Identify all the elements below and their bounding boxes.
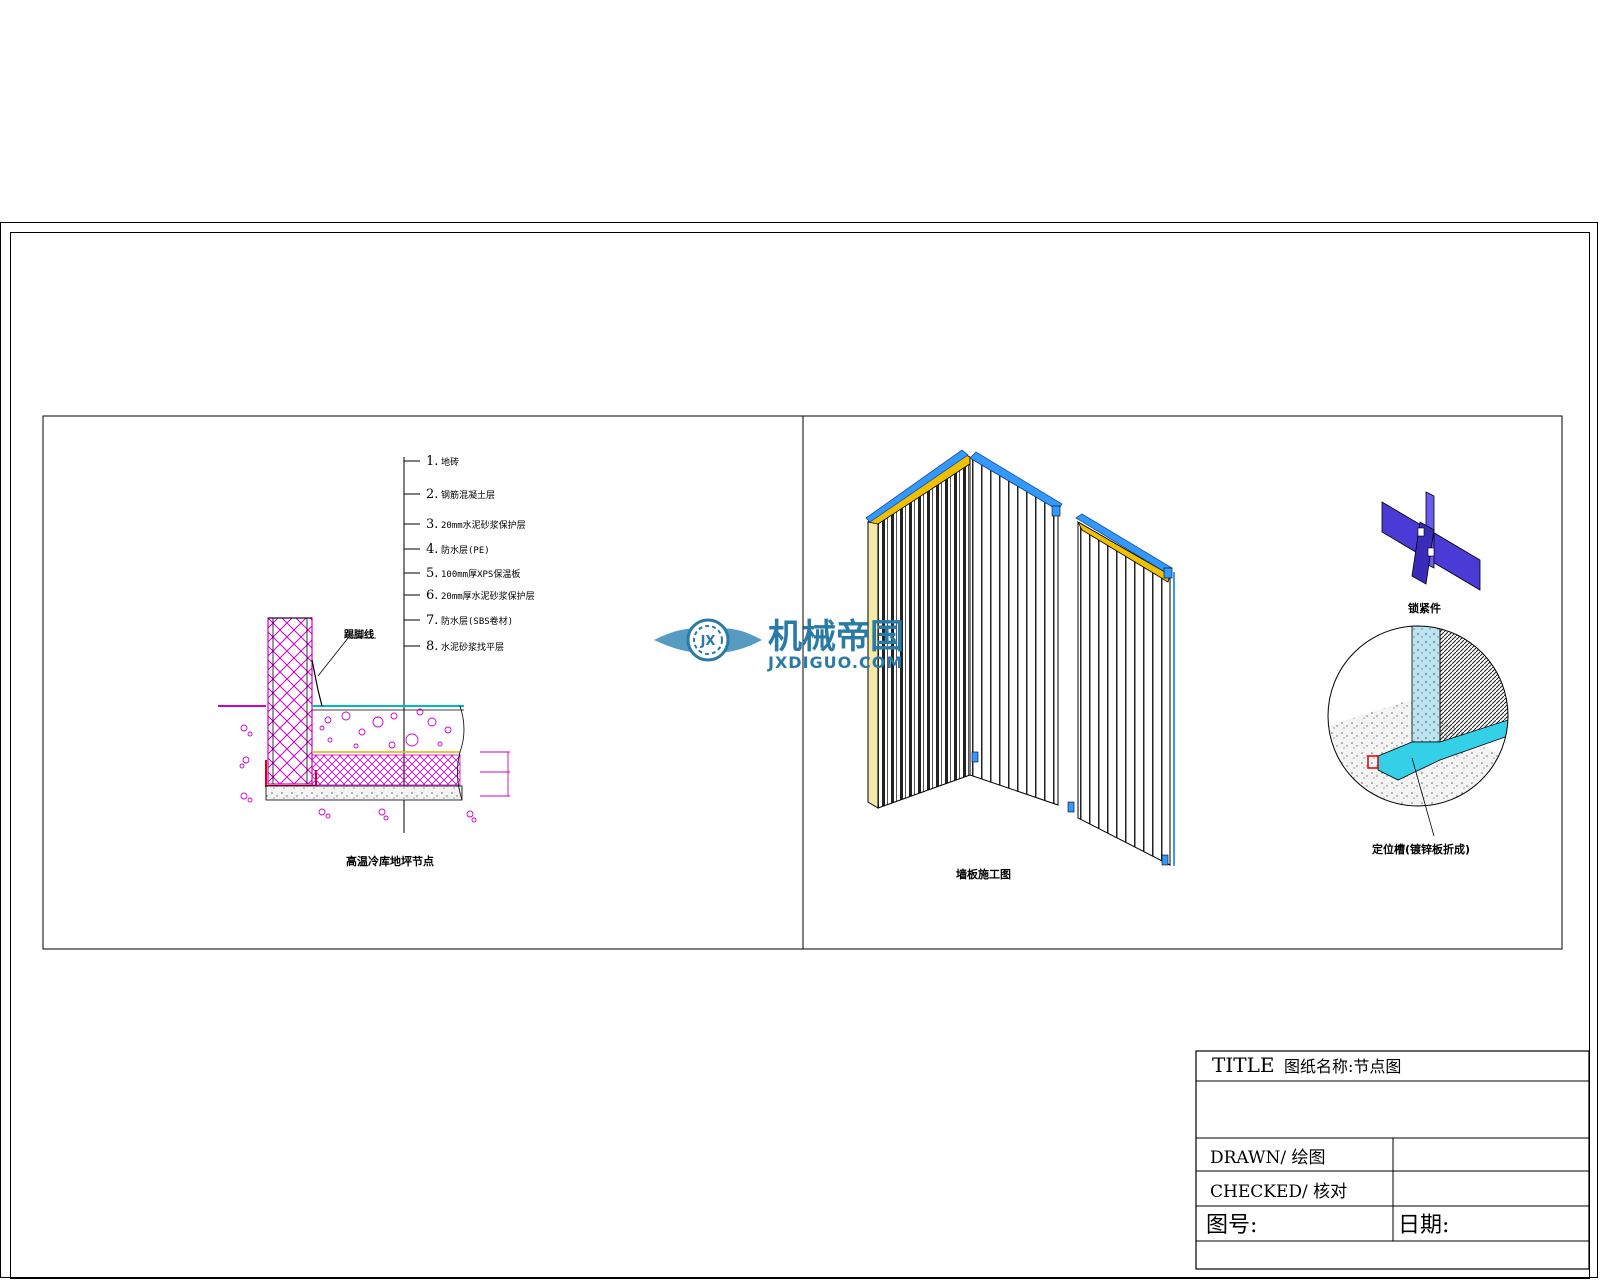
aggregate-mark (327, 737, 333, 743)
layer-number: 3. (426, 517, 438, 532)
date-label: 日期: (1398, 1213, 1449, 1238)
aggregate-mark (437, 741, 443, 747)
layer-label: 20mm厚水泥砂浆保护层 (441, 590, 535, 602)
positioning-groove-detail: 定位槽(镀锌板折成) (1327, 625, 1509, 856)
layer-number: 5. (426, 566, 438, 581)
layer-number: 1. (426, 454, 438, 469)
wall-panel-isometric: 墙板施工图 (865, 449, 1175, 881)
aggregate-mark (353, 743, 359, 749)
soil-mark (471, 817, 477, 823)
layer-label: 100mm厚XPS保温板 (441, 568, 520, 580)
soil-mark (378, 808, 386, 816)
floor-section-detail: 踢脚线 高温冷库地坪节点 (218, 457, 510, 868)
aggregate-mark (388, 741, 396, 749)
groove-caption: 定位槽(镀锌板折成) (1372, 842, 1470, 856)
soil-mark (242, 756, 250, 764)
layer-number: 2. (426, 487, 438, 502)
watermark-chinese: 机械帝国 (768, 617, 904, 657)
aggregate-mark (324, 716, 332, 724)
title-value: 图纸名称:节点图 (1284, 1057, 1401, 1076)
soil-mark (247, 731, 253, 737)
layer-legend: 1. 地砖 2. 钢筋混凝土层 3. 20mm水泥砂浆保护层4. 防水层(PE)5. 100m… (426, 454, 535, 654)
aggregate-mark (405, 733, 419, 747)
locking-fastener: 锁紧件 (1381, 491, 1481, 615)
layer-number: 6. (426, 588, 438, 603)
layer-label: 钢筋混凝土层 (441, 489, 495, 501)
left-viewport-frame (42, 415, 804, 950)
title-label: TITLE (1212, 1053, 1274, 1077)
watermark-english: JXDIGUO.COM (767, 653, 903, 672)
skirting-callout-label: 踢脚线 (344, 628, 374, 641)
layer-number: 8. (426, 639, 438, 654)
layer-label: 防水层(SBS卷材) (441, 615, 513, 627)
aggregate-mark (390, 712, 398, 720)
drawing-number-label: 图号: (1206, 1213, 1257, 1238)
soil-mark (325, 813, 331, 819)
soil-mark (240, 724, 248, 732)
floor-detail-caption: 高温冷库地坪节点 (346, 854, 434, 868)
layer-label: 水泥砂浆找平层 (441, 641, 504, 653)
soil-mark (318, 808, 326, 816)
watermark-logo: JX 机械帝国 JXDIGUO.COM (654, 617, 904, 672)
watermark-badge: JX (700, 634, 716, 649)
layer-label: 20mm水泥砂浆保护层 (441, 519, 526, 531)
aggregate-mark (372, 716, 384, 728)
aggregate-mark (358, 728, 366, 736)
soil-mark (247, 797, 253, 803)
drawing-canvas: 踢脚线 高温冷库地坪节点 1. 地砖 2. 钢筋混凝土层 3. 20mm水泥砂浆保护层4.… (42, 415, 1590, 1270)
soil-mark (466, 810, 474, 818)
aggregate-mark (341, 711, 351, 721)
aggregate-mark (427, 717, 437, 727)
drawn-label: DRAWN/ 绘图 (1210, 1148, 1326, 1168)
aggregate-mark (444, 726, 452, 734)
soil-mark (383, 815, 389, 821)
layer-label: 地砖 (441, 456, 459, 468)
checked-label: CHECKED/ 核对 (1210, 1182, 1347, 1202)
layer-number: 7. (426, 613, 438, 628)
aggregate-mark (319, 725, 325, 731)
fastener-caption: 锁紧件 (1408, 601, 1441, 615)
panel-caption: 墙板施工图 (956, 867, 1011, 881)
soil-mark (239, 763, 245, 769)
layer-label: 防水层(PE) (441, 544, 490, 556)
layer-number: 4. (426, 542, 438, 557)
title-block: TITLE 图纸名称:节点图 DRAWN/ 绘图 CHECKED/ 核对 图号:… (1195, 1050, 1590, 1270)
soil-mark (240, 792, 248, 800)
